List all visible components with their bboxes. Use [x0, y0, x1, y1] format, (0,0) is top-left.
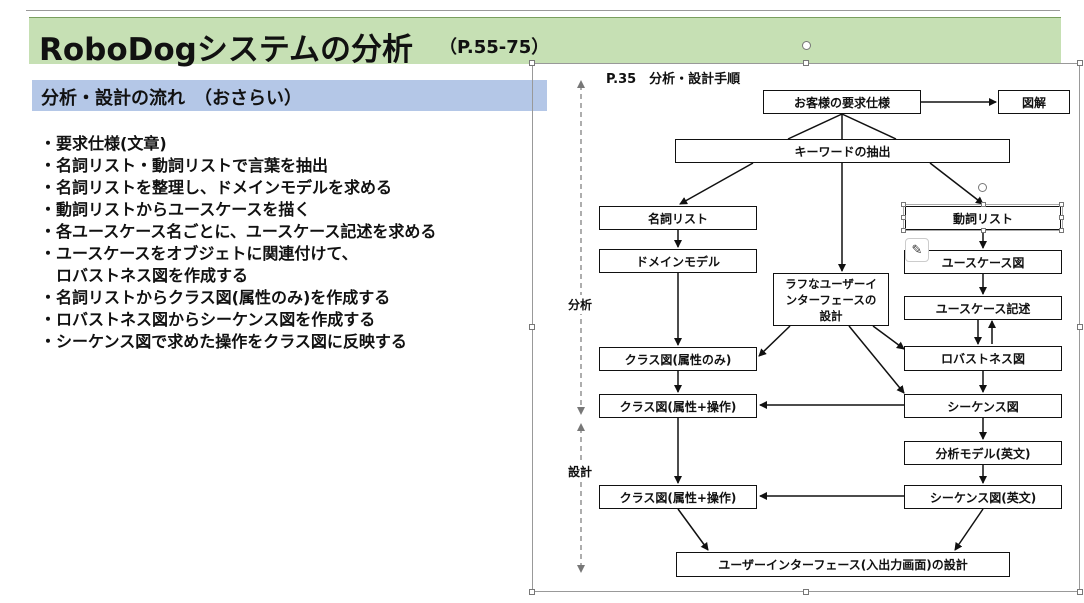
resize-handle[interactable] — [981, 228, 986, 233]
diagram-title: P.35 分析・設計手順 — [606, 72, 741, 87]
node-domain-model: ドメインモデル — [599, 249, 757, 273]
resize-handle[interactable] — [901, 215, 906, 220]
phase-label-analysis: 分析 — [568, 295, 593, 314]
resize-handle[interactable] — [981, 202, 986, 207]
phase-label-design: 設計 — [568, 462, 593, 481]
node-requirements: お客様の要求仕様 — [763, 90, 921, 114]
node-noun-list: 名詞リスト — [599, 206, 757, 230]
node-class-diagram-final: クラス図(属性+操作) — [599, 485, 757, 509]
node-analysis-model: 分析モデル(英文) — [904, 441, 1062, 465]
node-sequence-diagram-english: シーケンス図(英文) — [904, 485, 1062, 509]
node-ui-design: ユーザーインターフェース(入出力画面)の設計 — [676, 552, 1010, 577]
node-class-diagram-attributes: クラス図(属性のみ) — [599, 347, 757, 371]
resize-handle[interactable] — [901, 202, 906, 207]
node-robustness-diagram: ロバストネス図 — [904, 346, 1062, 371]
node-ui-rough: ラフなユーザーインターフェースの設計 — [773, 273, 889, 326]
node-illustration: 図解 — [998, 90, 1070, 114]
resize-handle[interactable] — [1059, 228, 1064, 233]
node-sequence-diagram: シーケンス図 — [904, 394, 1062, 418]
resize-handle[interactable] — [901, 228, 906, 233]
text-selection-frame[interactable] — [901, 202, 1064, 233]
node-usecase-description: ユースケース記述 — [904, 296, 1062, 320]
rotate-handle-icon[interactable] — [978, 183, 987, 192]
node-class-diagram-operations: クラス図(属性+操作) — [599, 394, 757, 418]
node-keywords: キーワードの抽出 — [675, 139, 1010, 163]
edit-pen-icon[interactable]: ✎ — [905, 238, 929, 262]
resize-handle[interactable] — [1059, 202, 1064, 207]
resize-handle[interactable] — [1059, 215, 1064, 220]
